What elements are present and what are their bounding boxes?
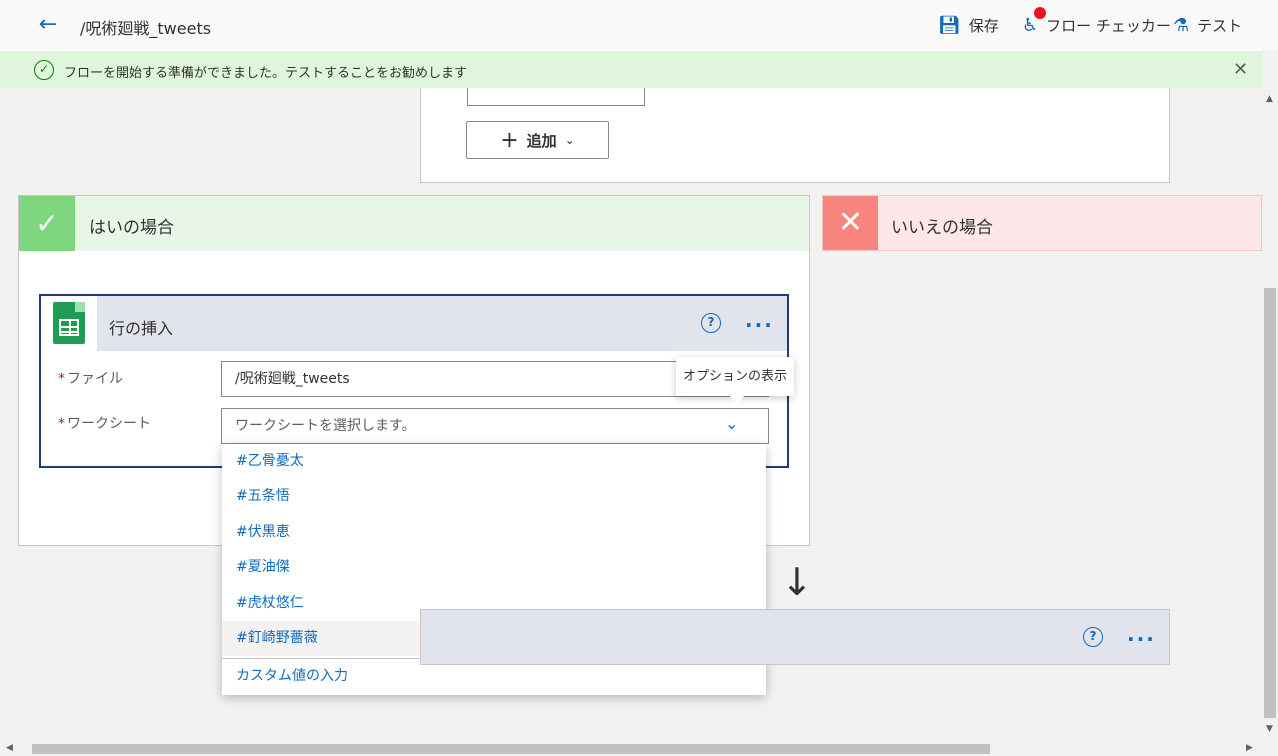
x-icon: ✕: [823, 196, 878, 250]
horizontal-scroll-thumb[interactable]: [32, 744, 990, 754]
banner-message: フローを開始する準備ができました。テストすることをお勧めします: [64, 66, 468, 81]
horizontal-scrollbar[interactable]: ◀ ▶: [0, 742, 1278, 756]
show-options-tooltip: オプションの表示: [676, 357, 794, 404]
action-header[interactable]: 行の挿入 ? ···: [41, 296, 787, 351]
vertical-scrollbar[interactable]: ▲ ▼: [1262, 88, 1278, 742]
flow-checker-label: フロー チェッカー: [1046, 16, 1171, 35]
dropdown-option[interactable]: #乙骨憂太: [222, 444, 766, 479]
check-circle-icon: ✓: [34, 60, 54, 80]
more-options-icon[interactable]: ···: [1127, 629, 1156, 649]
success-banner: ✓ フローを開始する準備ができました。テストすることをお勧めします ✕: [0, 50, 1262, 88]
yes-branch-label: はいの場合: [89, 218, 174, 238]
help-icon[interactable]: ?: [701, 313, 721, 333]
scroll-right-icon[interactable]: ▶: [1246, 743, 1253, 753]
flow-title: /呪術廻戦_tweets: [80, 19, 212, 38]
yes-branch-header[interactable]: ✓ はいの場合: [19, 196, 809, 251]
plus-icon: +: [500, 127, 519, 153]
excel-icon-container: [41, 296, 97, 351]
next-step-card[interactable]: ? ···: [420, 609, 1170, 665]
close-icon[interactable]: ✕: [1233, 59, 1248, 80]
flow-down-arrow-icon: ↓: [781, 560, 813, 604]
save-icon: 💾︎: [938, 14, 961, 36]
test-label: テスト: [1197, 16, 1243, 35]
excel-online-icon: [53, 302, 85, 344]
save-button[interactable]: 💾︎ 保存: [938, 12, 999, 38]
dropdown-option[interactable]: #伏黒恵: [222, 515, 766, 550]
condition-value-input[interactable]: [467, 88, 645, 106]
scroll-left-icon[interactable]: ◀: [6, 743, 13, 753]
chevron-down-icon: ⌄: [564, 133, 575, 147]
test-button[interactable]: ⚗︎ テスト: [1173, 12, 1242, 38]
flow-checker-button[interactable]: ♿︎ フロー チェッカー: [1022, 6, 1171, 38]
flask-icon: ⚗︎: [1173, 14, 1190, 36]
scroll-down-icon[interactable]: ▼: [1266, 724, 1273, 734]
worksheet-select[interactable]: ワークシートを選択します。: [221, 408, 769, 444]
scroll-up-icon[interactable]: ▲: [1266, 94, 1273, 104]
condition-card: + 追加 ⌄: [420, 88, 1170, 183]
dropdown-option[interactable]: #夏油傑: [222, 550, 766, 585]
file-label: * ファイル: [58, 371, 123, 387]
worksheet-label: * ワークシート: [58, 416, 151, 432]
help-icon[interactable]: ?: [1083, 627, 1103, 647]
checkmark-icon: ✓: [19, 196, 75, 251]
no-branch-label: いいえの場合: [891, 218, 993, 238]
add-button[interactable]: + 追加 ⌄: [466, 121, 609, 159]
save-label: 保存: [968, 16, 999, 35]
add-label: 追加: [526, 131, 557, 150]
no-branch-header[interactable]: ✕ いいえの場合: [822, 195, 1262, 251]
more-options-icon[interactable]: ···: [745, 315, 774, 335]
back-arrow-icon[interactable]: ←: [34, 11, 62, 39]
dropdown-option[interactable]: #五条悟: [222, 479, 766, 514]
action-title: 行の挿入: [109, 319, 174, 338]
vertical-scroll-thumb[interactable]: [1264, 288, 1276, 718]
top-bar: ← /呪術廻戦_tweets 💾︎ 保存 ♿︎ フロー チェッカー ⚗︎ テスト: [0, 0, 1278, 50]
chevron-down-icon[interactable]: ⌄: [725, 414, 738, 433]
stethoscope-icon: ♿︎: [1022, 6, 1047, 36]
error-dot: [1034, 6, 1047, 19]
